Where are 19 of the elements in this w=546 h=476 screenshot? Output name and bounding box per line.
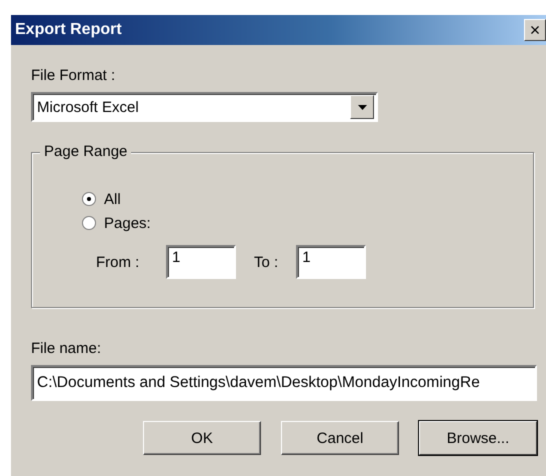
dialog-button[interactable]: Cancel [281,421,399,455]
window-title: Export Report [15,21,122,39]
dropdown-arrow-icon [358,104,366,110]
radio-button[interactable] [82,216,96,230]
file-name-label: File name: [31,340,102,357]
dialog-button[interactable]: OK [143,421,261,455]
to-field[interactable]: 1 [296,245,366,279]
to-label: To : [254,254,278,270]
from-field[interactable]: 1 [166,245,236,279]
radio-button[interactable] [82,192,96,206]
radio-label: All [104,190,121,208]
dialog-button[interactable]: Browse... [419,421,537,455]
from-label: From : [96,254,140,270]
file-format-dropdown[interactable]: Microsoft Excel [31,92,378,122]
radio-label: Pages: [104,214,151,232]
group-title: Page Range [40,143,132,160]
file-format-label: File Format : [31,67,116,84]
close-button[interactable]: × [524,19,546,41]
file-name-field[interactable]: C:\Documents and Settings\davem\Desktop\MondayIncomingRe [31,365,537,401]
